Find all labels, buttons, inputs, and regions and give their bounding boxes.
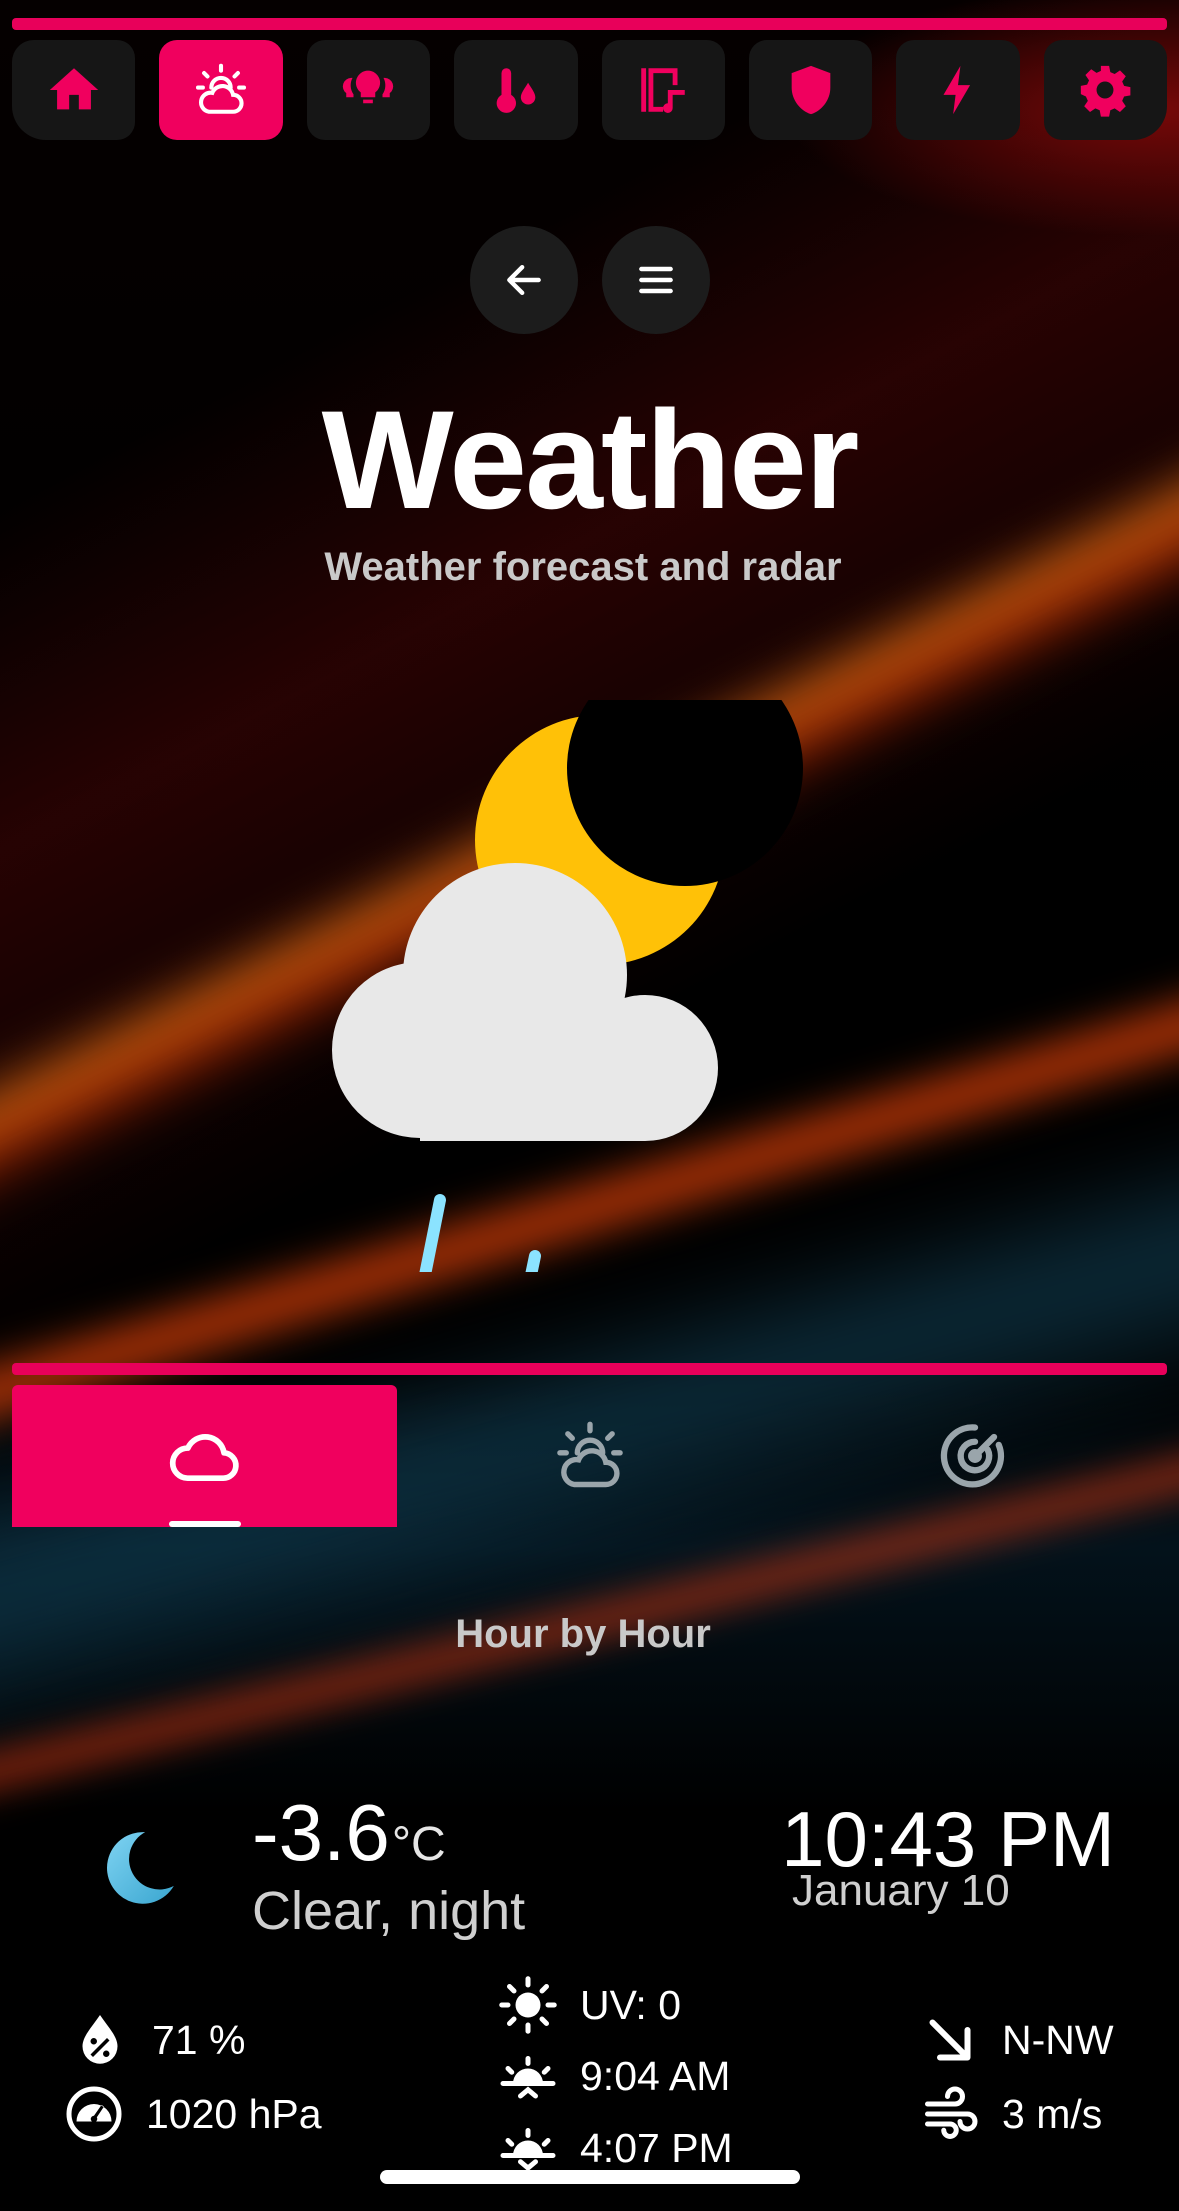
shield-icon <box>791 65 830 115</box>
active-tab-indicator <box>168 1521 241 1527</box>
uv-stat: UV: 0 <box>498 1975 681 2035</box>
tab-radar[interactable] <box>782 1385 1167 1527</box>
wind-speed-value: 3 m/s <box>1002 2090 1103 2137</box>
wind-icon <box>925 2086 978 2139</box>
weather-partly-cloudy-icon <box>556 1421 623 1488</box>
current-condition: Clear, night <box>252 1881 526 1941</box>
nav-media-button[interactable] <box>601 40 725 140</box>
sunset-icon <box>500 2128 556 2172</box>
home-icon <box>49 68 98 110</box>
thermometer-water-icon <box>496 68 536 113</box>
nav-settings-button[interactable] <box>1043 40 1167 140</box>
moon-crescent-icon <box>107 1832 174 1904</box>
rain-drops <box>419 1194 541 1272</box>
top-accent-bar <box>12 18 1167 30</box>
section-hour-by-hour-label: Hour by Hour <box>455 1612 711 1656</box>
multimedia-icon <box>641 68 685 113</box>
page-subtitle: Weather forecast and radar <box>324 545 842 589</box>
sunrise-value: 9:04 AM <box>580 2052 731 2099</box>
page-title: Weather <box>321 381 860 538</box>
back-button[interactable] <box>470 226 578 334</box>
humidity-stat: 71 % <box>70 2010 245 2070</box>
sunset-value: 4:07 PM <box>580 2124 733 2171</box>
night-partly-cloudy-rain-icon <box>332 700 803 1272</box>
weather-partly-cloudy-icon <box>196 63 247 114</box>
arrow-down-right-icon <box>929 2019 971 2061</box>
cloud-outline-icon <box>169 1434 239 1482</box>
nav-lights-button[interactable] <box>306 40 431 140</box>
nav-climate-button[interactable] <box>454 40 578 140</box>
nav-energy-button[interactable] <box>896 40 1020 140</box>
pressure-value: 1020 hPa <box>146 2090 322 2137</box>
sun-icon <box>499 1976 557 2034</box>
temperature-value: -3.6 <box>252 1788 390 1877</box>
current-date: January 10 <box>792 1866 1010 1915</box>
top-navigation <box>12 40 1167 140</box>
tab-hourly[interactable] <box>397 1385 782 1527</box>
tab-forecast[interactable] <box>12 1385 397 1527</box>
radar-icon <box>940 1424 1004 1488</box>
current-temperature: -3.6°C <box>252 1788 446 1890</box>
sunrise-icon <box>500 2056 556 2099</box>
wind-speed-stat: 3 m/s <box>920 2084 1102 2144</box>
sunset-stat: 4:07 PM <box>498 2118 733 2178</box>
menu-button[interactable] <box>602 226 710 334</box>
sunrise-stat: 9:04 AM <box>498 2046 730 2106</box>
wind-direction-value: N-NW <box>1002 2016 1114 2063</box>
nav-security-button[interactable] <box>748 40 873 140</box>
lightning-bolt-icon <box>943 65 971 115</box>
water-percent-icon <box>82 2015 118 2064</box>
tabs-accent-bar <box>12 1363 1167 1375</box>
uv-value: UV: 0 <box>580 1981 682 2028</box>
pressure-stat: 1020 hPa <box>64 2084 322 2144</box>
wind-direction-stat: N-NW <box>920 2010 1114 2070</box>
settings-gear-icon <box>1081 65 1131 117</box>
home-indicator[interactable] <box>380 2170 800 2184</box>
gauge-icon <box>66 2086 122 2142</box>
nav-home-button[interactable] <box>12 40 136 140</box>
temperature-unit: °C <box>391 1818 446 1871</box>
weather-tabs <box>12 1385 1167 1527</box>
humidity-value: 71 % <box>152 2016 246 2063</box>
arrow-left-icon <box>507 264 541 296</box>
hamburger-menu-icon <box>639 266 673 294</box>
nav-weather-button[interactable] <box>159 40 283 140</box>
lightbulb-group-icon <box>343 70 394 104</box>
